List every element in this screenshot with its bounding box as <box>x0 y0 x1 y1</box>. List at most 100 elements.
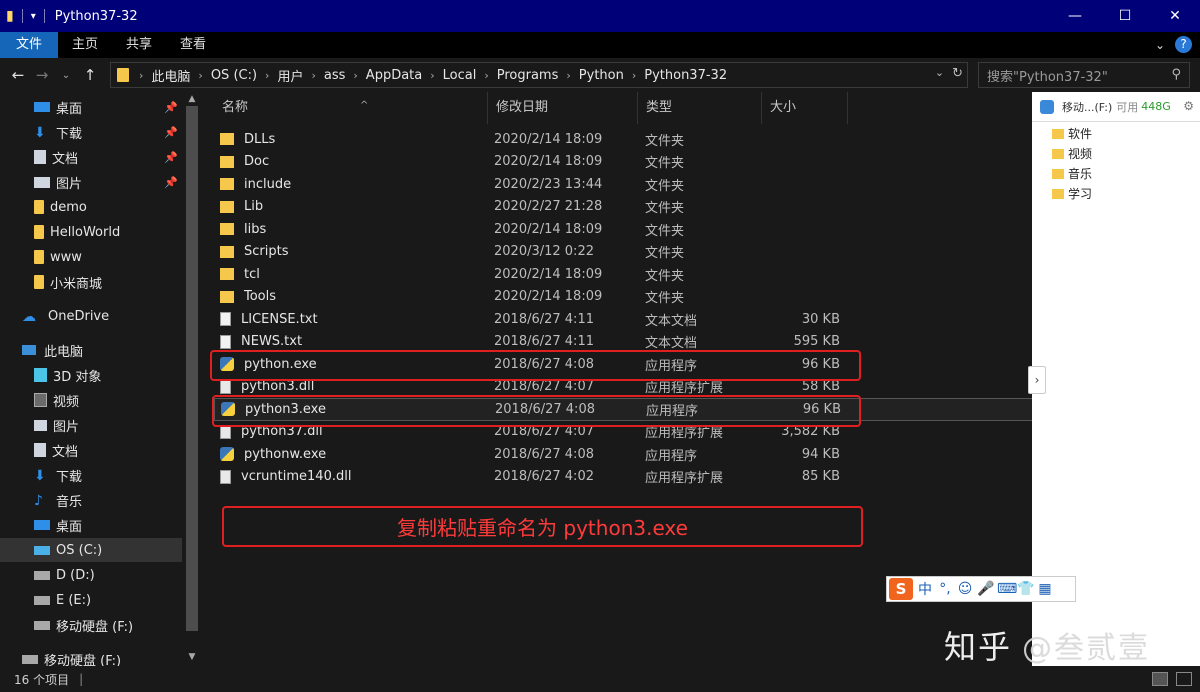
skin-icon[interactable]: 👕 <box>1017 581 1034 597</box>
breadcrumb-python37-32[interactable]: Python37-32 <box>640 68 731 83</box>
sidebar-item-videos[interactable]: 视频 <box>0 388 182 412</box>
table-row[interactable]: Scripts 2020/3/12 0:22 文件夹 <box>214 241 1040 264</box>
tab-share[interactable]: 共享 <box>112 32 166 58</box>
column-header-size[interactable]: 大小 <box>762 92 848 124</box>
drive-header[interactable]: 移动...(F:) 可用 448G ⚙ <box>1032 92 1200 122</box>
breadcrumb-separator[interactable]: › <box>480 69 492 82</box>
breadcrumb-separator[interactable]: › <box>307 69 319 82</box>
pin-icon[interactable]: 📌 <box>164 151 178 164</box>
sidebar-item-e-drive[interactable]: E (E:) <box>0 588 182 612</box>
breadcrumb-separator[interactable]: › <box>194 69 206 82</box>
sidebar-item-pictures-pc[interactable]: 图片 <box>0 413 182 437</box>
chevron-down-icon[interactable]: ⌄ <box>1155 38 1165 52</box>
chinese-mode-icon[interactable]: 中 <box>917 579 933 599</box>
sidebar-item-onedrive[interactable]: ☁ OneDrive <box>0 304 182 328</box>
table-row[interactable]: pythonw.exe 2018/6/27 4:08 应用程序 94 KB <box>214 443 1040 466</box>
table-row[interactable]: Lib 2020/2/27 21:28 文件夹 <box>214 196 1040 219</box>
breadcrumb-users[interactable]: 用户 <box>273 66 307 85</box>
sidebar-item-this-pc[interactable]: 此电脑 <box>0 338 182 362</box>
pin-icon[interactable]: 📌 <box>164 176 178 189</box>
breadcrumb-ass[interactable]: ass <box>320 68 350 83</box>
large-icons-view-icon[interactable] <box>1176 672 1192 686</box>
gear-icon[interactable]: ⚙ <box>1183 99 1194 113</box>
sidebar-item-downloads[interactable]: ⬇ 下载 📌 <box>0 120 182 144</box>
pin-icon[interactable]: 📌 <box>164 101 178 114</box>
breadcrumb-separator[interactable]: › <box>261 69 273 82</box>
breadcrumb-separator[interactable]: › <box>135 69 147 82</box>
refresh-icon[interactable]: ↻ <box>952 66 963 81</box>
sidebar-item-os-c[interactable]: OS (C:) <box>0 538 182 562</box>
details-view-icon[interactable] <box>1152 672 1168 686</box>
chevron-right-icon[interactable]: › <box>1028 366 1046 394</box>
tab-home[interactable]: 主页 <box>58 32 112 58</box>
column-header-type[interactable]: 类型 <box>638 92 762 124</box>
punctuation-icon[interactable]: °, <box>937 581 953 597</box>
column-header-date[interactable]: 修改日期 <box>488 92 638 124</box>
scroll-down-icon[interactable]: ▼ <box>186 652 198 662</box>
recent-dropdown-icon[interactable]: ⌄ <box>54 70 78 81</box>
sidebar-item-removable-f[interactable]: 移动硬盘 (F:) <box>0 613 182 637</box>
folder-icon[interactable]: ▮ <box>6 8 14 24</box>
breadcrumb-separator[interactable]: › <box>349 69 361 82</box>
maximize-button[interactable]: ☐ <box>1100 0 1150 32</box>
chevron-down-icon[interactable]: ⌄ <box>935 66 944 81</box>
breadcrumb-os-c[interactable]: OS (C:) <box>207 68 261 83</box>
sidebar-item-xiaomi-store[interactable]: 小米商城 <box>0 270 182 294</box>
breadcrumb-separator[interactable]: › <box>426 69 438 82</box>
sidebar-item-demo[interactable]: demo <box>0 195 182 219</box>
breadcrumb-local[interactable]: Local <box>439 68 481 83</box>
sidebar-item-music[interactable]: ♪ 音乐 <box>0 488 182 512</box>
search-input[interactable]: 搜索"Python37-32" ⚲ <box>978 62 1190 88</box>
table-row[interactable]: libs 2020/2/14 18:09 文件夹 <box>214 218 1040 241</box>
breadcrumb-python[interactable]: Python <box>575 68 628 83</box>
sidebar-item-helloworld[interactable]: HelloWorld <box>0 220 182 244</box>
tab-view[interactable]: 查看 <box>166 32 220 58</box>
sidebar-item-documents[interactable]: 文档 📌 <box>0 145 182 169</box>
table-row[interactable]: Tools 2020/2/14 18:09 文件夹 <box>214 286 1040 309</box>
sidebar-item-downloads-pc[interactable]: ⬇ 下载 <box>0 463 182 487</box>
sidebar-item-d-drive[interactable]: D (D:) <box>0 563 182 587</box>
scroll-up-icon[interactable]: ▲ <box>186 94 198 104</box>
panel-folder-video[interactable]: 视频 <box>1052 145 1092 162</box>
sidebar-item-desktop-pc[interactable]: 桌面 <box>0 513 182 537</box>
sidebar-item-documents-pc[interactable]: 文档 <box>0 438 182 462</box>
breadcrumb-this-pc[interactable]: 此电脑 <box>147 66 194 85</box>
emoji-icon[interactable]: ☺ <box>957 581 973 597</box>
sidebar-scrollbar[interactable]: ▲ ▼ <box>184 92 200 666</box>
panel-folder-music[interactable]: 音乐 <box>1052 165 1092 182</box>
table-row[interactable]: Doc 2020/2/14 18:09 文件夹 <box>214 151 1040 174</box>
minimize-button[interactable]: — <box>1050 0 1100 32</box>
back-arrow-icon[interactable]: ← <box>6 66 30 84</box>
sidebar-item-www[interactable]: www <box>0 245 182 269</box>
sogou-logo-icon[interactable]: S <box>889 578 913 600</box>
help-icon[interactable]: ? <box>1175 36 1192 53</box>
breadcrumb-appdata[interactable]: AppData <box>362 68 426 83</box>
pin-icon[interactable]: 📌 <box>164 126 178 139</box>
close-button[interactable]: ✕ <box>1150 0 1200 32</box>
scroll-thumb[interactable] <box>186 106 198 631</box>
chevron-down-icon[interactable]: ▾ <box>31 11 36 22</box>
file-name-cell: tcl <box>220 267 260 282</box>
column-header-name[interactable]: 名称 ^ <box>214 92 488 124</box>
table-row[interactable]: vcruntime140.dll 2018/6/27 4:02 应用程序扩展 85 K… <box>214 466 1040 489</box>
forward-arrow-icon[interactable]: → <box>30 66 54 84</box>
sidebar-item-pictures[interactable]: 图片 📌 <box>0 170 182 194</box>
breadcrumb-separator[interactable]: › <box>562 69 574 82</box>
sidebar-item-desktop[interactable]: 桌面 📌 <box>0 95 182 119</box>
table-row[interactable]: tcl 2020/2/14 18:09 文件夹 <box>214 263 1040 286</box>
breadcrumb-separator[interactable]: › <box>628 69 640 82</box>
breadcrumb-programs[interactable]: Programs <box>493 68 563 83</box>
microphone-icon[interactable]: 🎤 <box>977 581 994 597</box>
table-row[interactable]: LICENSE.txt 2018/6/27 4:11 文本文档 30 KB <box>214 308 1040 331</box>
tab-file[interactable]: 文件 <box>0 32 59 58</box>
up-arrow-icon[interactable]: ↑ <box>78 66 102 84</box>
panel-folder-software[interactable]: 软件 <box>1052 125 1092 142</box>
address-bar[interactable]: › 此电脑 › OS (C:) › 用户 › ass › AppData › L… <box>110 62 968 88</box>
toolbox-icon[interactable]: ▦ <box>1037 581 1053 597</box>
table-row[interactable]: include 2020/2/23 13:44 文件夹 <box>214 173 1040 196</box>
search-icon[interactable]: ⚲ <box>1171 67 1181 82</box>
panel-folder-study[interactable]: 学习 <box>1052 185 1092 202</box>
sidebar-item-3d-objects[interactable]: 3D 对象 <box>0 363 182 387</box>
table-row[interactable]: DLLs 2020/2/14 18:09 文件夹 <box>214 128 1040 151</box>
keyboard-icon[interactable]: ⌨ <box>997 581 1017 597</box>
